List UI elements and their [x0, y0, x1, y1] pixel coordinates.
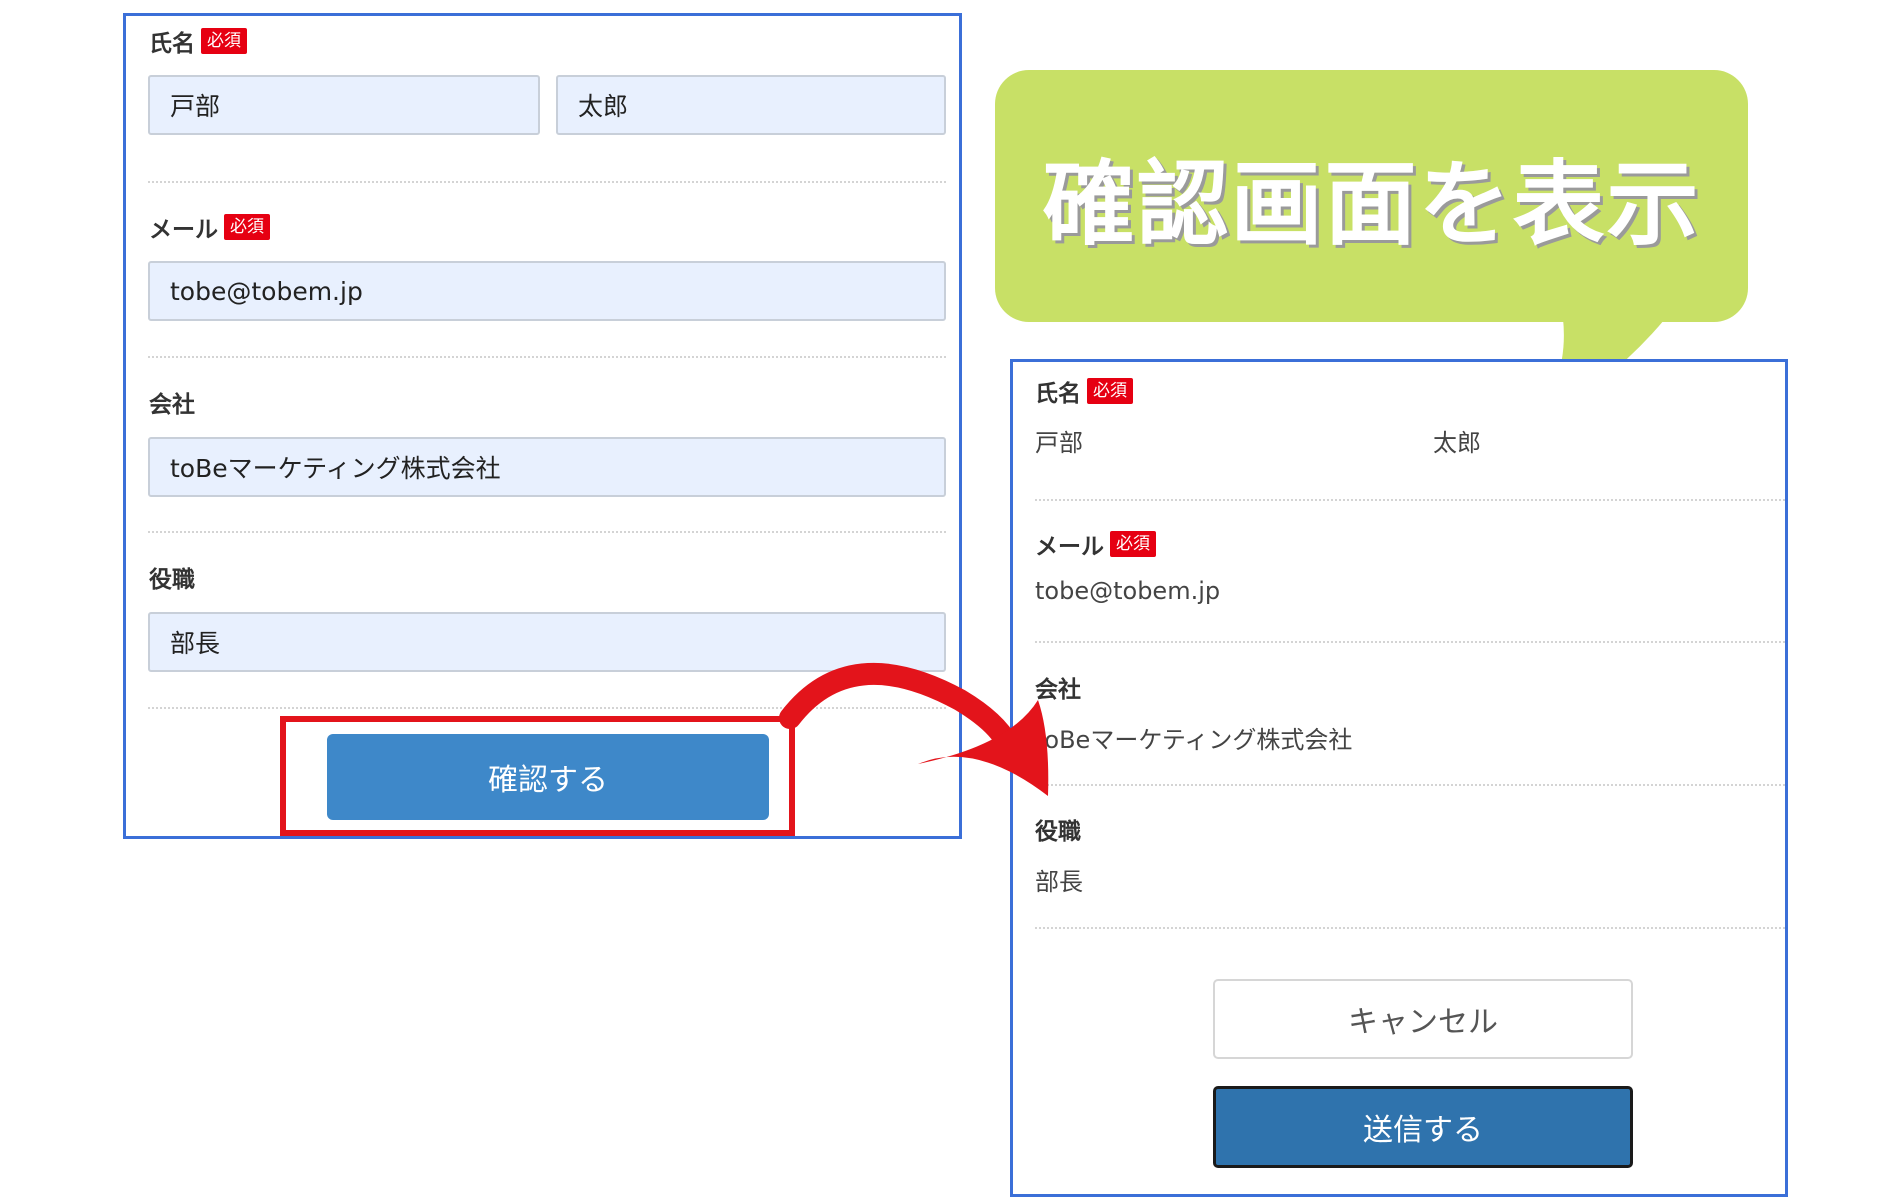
flow-arrow-icon [779, 663, 1049, 796]
